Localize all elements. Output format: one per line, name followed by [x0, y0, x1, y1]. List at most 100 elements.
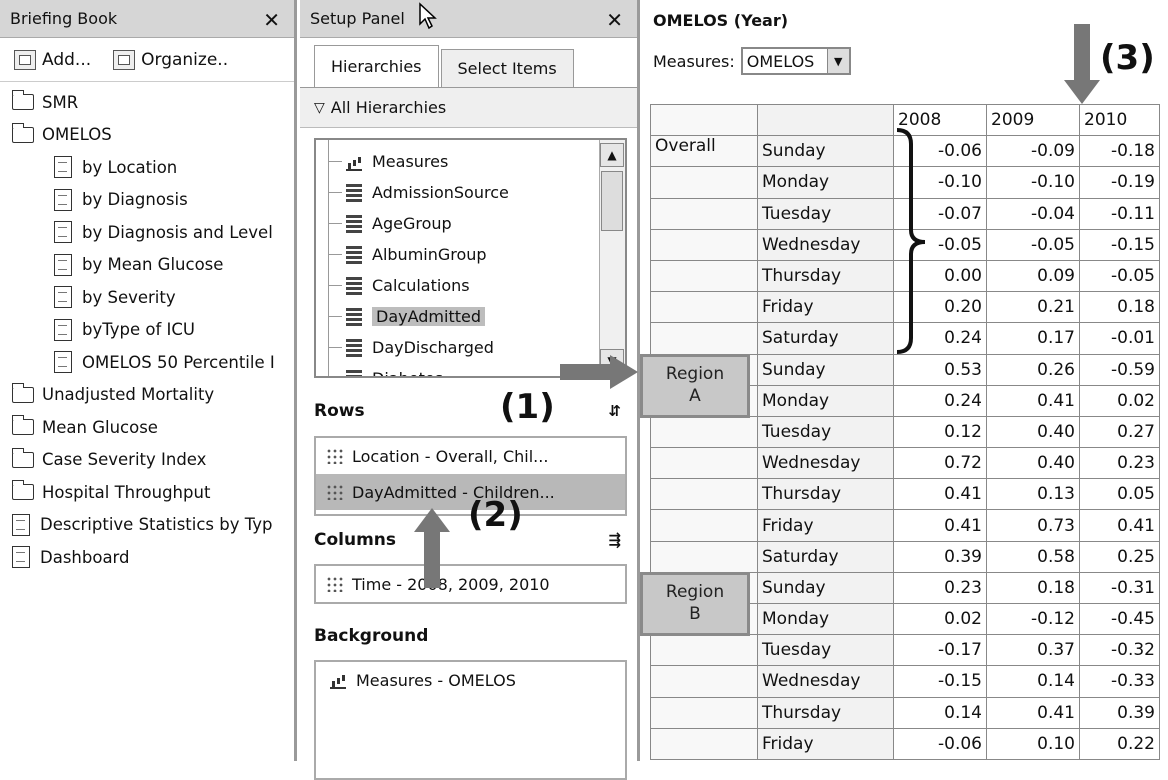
folder-mean-glucose[interactable]: Mean Glucose	[0, 411, 294, 444]
hierarchy-item-calculations[interactable]: Calculations	[316, 270, 625, 301]
background-drop-area[interactable]: Measures - OMELOS	[314, 660, 627, 780]
value-cell[interactable]: 0.40	[986, 447, 1080, 480]
organize-button[interactable]: Organize..	[113, 49, 228, 70]
year-header[interactable]: 2009	[986, 103, 1080, 137]
value-cell[interactable]: -0.09	[986, 135, 1080, 168]
tree-item-dashboard[interactable]: Dashboard	[0, 541, 294, 574]
tree-item-by-location[interactable]: by Location	[0, 151, 294, 184]
scroll-up-icon[interactable]: ▲	[600, 143, 624, 167]
hierarchy-item-admissionsource[interactable]: AdmissionSource	[316, 177, 625, 208]
value-cell[interactable]: -0.01	[1079, 322, 1160, 355]
value-cell[interactable]: 0.41	[1079, 509, 1160, 542]
group-cell	[650, 509, 758, 542]
folder-hospital-throughput[interactable]: Hospital Throughput	[0, 476, 294, 509]
tree-item-omelos-50[interactable]: OMELOS 50 Percentile I	[0, 346, 294, 379]
value-cell[interactable]: 0.40	[986, 415, 1080, 449]
value-cell[interactable]: -0.11	[1079, 197, 1160, 230]
rows-settings-icon[interactable]: ⇵	[608, 402, 621, 420]
hierarchy-item-agegroup[interactable]: AgeGroup	[316, 208, 625, 239]
tree-item-by-diagnosis[interactable]: by Diagnosis	[0, 184, 294, 217]
value-cell[interactable]: 0.25	[1079, 540, 1160, 573]
year-header[interactable]: 2010	[1079, 103, 1160, 137]
value-cell[interactable]: 0.26	[986, 353, 1080, 386]
value-cell[interactable]: 0.41	[986, 384, 1080, 417]
value-cell[interactable]: 0.10	[986, 727, 1080, 760]
folder-omelos[interactable]: OMELOS	[0, 119, 294, 152]
value-cell[interactable]: 0.21	[986, 291, 1080, 324]
hierarchy-item-dayadmitted[interactable]: DayAdmitted	[316, 301, 625, 332]
value-cell[interactable]: 0.73	[986, 509, 1080, 542]
value-cell[interactable]: 0.13	[986, 478, 1080, 511]
value-cell[interactable]: 0.41	[893, 478, 987, 511]
tree-item-by-mean-glucose[interactable]: by Mean Glucose	[0, 249, 294, 282]
close-icon[interactable]: ✕	[606, 8, 623, 32]
add-button[interactable]: Add...	[14, 49, 91, 70]
value-cell[interactable]: -0.04	[986, 197, 1080, 230]
columns-item-time[interactable]: Time - 2008, 2009, 2010	[316, 566, 625, 602]
group-cell	[650, 665, 758, 698]
hierarchy-icon	[326, 484, 344, 500]
value-cell[interactable]: 0.72	[893, 447, 987, 480]
measures-select[interactable]: OMELOS ▼	[740, 47, 851, 75]
rows-item-location[interactable]: Location - Overall, Chil...	[316, 438, 625, 474]
value-cell[interactable]: 0.18	[1079, 291, 1160, 324]
folder-unadjusted-mortality[interactable]: Unadjusted Mortality	[0, 379, 294, 412]
hierarchy-scrollbar[interactable]: ▲ ▼	[599, 140, 625, 376]
value-cell[interactable]: -0.33	[1079, 665, 1160, 698]
value-cell[interactable]: 0.41	[893, 509, 987, 542]
hierarchy-item-albumingroup[interactable]: AlbuminGroup	[316, 239, 625, 270]
value-cell[interactable]: 0.24	[893, 384, 987, 417]
value-cell[interactable]: -0.59	[1079, 353, 1160, 386]
value-cell[interactable]: 0.02	[893, 602, 987, 636]
chevron-down-icon[interactable]: ▼	[826, 49, 849, 73]
value-cell[interactable]: -0.31	[1079, 571, 1160, 605]
table-row: Tuesday 0.12 0.40 0.27	[650, 415, 1160, 449]
value-cell[interactable]: -0.12	[986, 602, 1080, 636]
value-cell[interactable]: 0.17	[986, 322, 1080, 355]
value-cell[interactable]: -0.06	[893, 727, 987, 760]
value-cell[interactable]: 0.02	[1079, 384, 1160, 417]
tab-select-items[interactable]: Select Items	[440, 49, 574, 87]
value-cell[interactable]: -0.05	[986, 228, 1080, 261]
value-cell[interactable]: 0.53	[893, 353, 987, 386]
tree-item-by-diagnosis-level[interactable]: by Diagnosis and Level	[0, 216, 294, 249]
value-cell[interactable]: -0.10	[986, 166, 1080, 199]
value-cell[interactable]: -0.17	[893, 634, 987, 667]
tree-item-by-severity[interactable]: by Severity	[0, 281, 294, 314]
value-cell[interactable]: -0.05	[1079, 259, 1160, 293]
value-cell[interactable]: 0.12	[893, 415, 987, 449]
folder-smr[interactable]: SMR	[0, 86, 294, 119]
folder-label: Hospital Throughput	[42, 482, 211, 502]
value-cell[interactable]: 0.05	[1079, 478, 1160, 511]
tree-item-by-type-icu[interactable]: byType of ICU	[0, 314, 294, 347]
value-cell[interactable]: 0.23	[1079, 447, 1160, 480]
value-cell[interactable]: 0.37	[986, 634, 1080, 667]
columns-settings-icon[interactable]: ⇶	[608, 531, 621, 549]
value-cell[interactable]: 0.41	[986, 696, 1080, 729]
value-cell[interactable]: 0.22	[1079, 727, 1160, 760]
tree-item-descriptive-stats[interactable]: Descriptive Statistics by Typ	[0, 509, 294, 542]
hierarchy-item-measures[interactable]: Measures	[316, 146, 625, 177]
value-cell[interactable]: 0.14	[893, 696, 987, 729]
value-cell[interactable]: 0.39	[1079, 696, 1160, 729]
folder-case-severity[interactable]: Case Severity Index	[0, 444, 294, 477]
value-cell[interactable]: -0.32	[1079, 634, 1160, 667]
value-cell[interactable]: 0.18	[986, 571, 1080, 605]
value-cell[interactable]: -0.15	[1079, 228, 1160, 261]
tab-hierarchies[interactable]: Hierarchies	[314, 45, 439, 87]
background-item-measures[interactable]: Measures - OMELOS	[316, 662, 625, 698]
value-cell[interactable]: -0.45	[1079, 602, 1160, 636]
value-cell[interactable]: -0.18	[1079, 135, 1160, 168]
value-cell[interactable]: 0.58	[986, 540, 1080, 573]
value-cell[interactable]: 0.39	[893, 540, 987, 573]
all-hierarchies-filter[interactable]: ▽ All Hierarchies	[300, 88, 637, 128]
value-cell[interactable]: -0.15	[893, 665, 987, 698]
value-cell[interactable]: 0.14	[986, 665, 1080, 698]
value-cell[interactable]: 0.27	[1079, 415, 1160, 449]
columns-drop-area[interactable]: Time - 2008, 2009, 2010	[314, 564, 627, 604]
scroll-thumb[interactable]	[601, 171, 623, 231]
value-cell[interactable]: -0.19	[1079, 166, 1160, 199]
value-cell[interactable]: 0.23	[893, 571, 987, 605]
close-icon[interactable]: ✕	[263, 8, 280, 32]
value-cell[interactable]: 0.09	[986, 259, 1080, 293]
